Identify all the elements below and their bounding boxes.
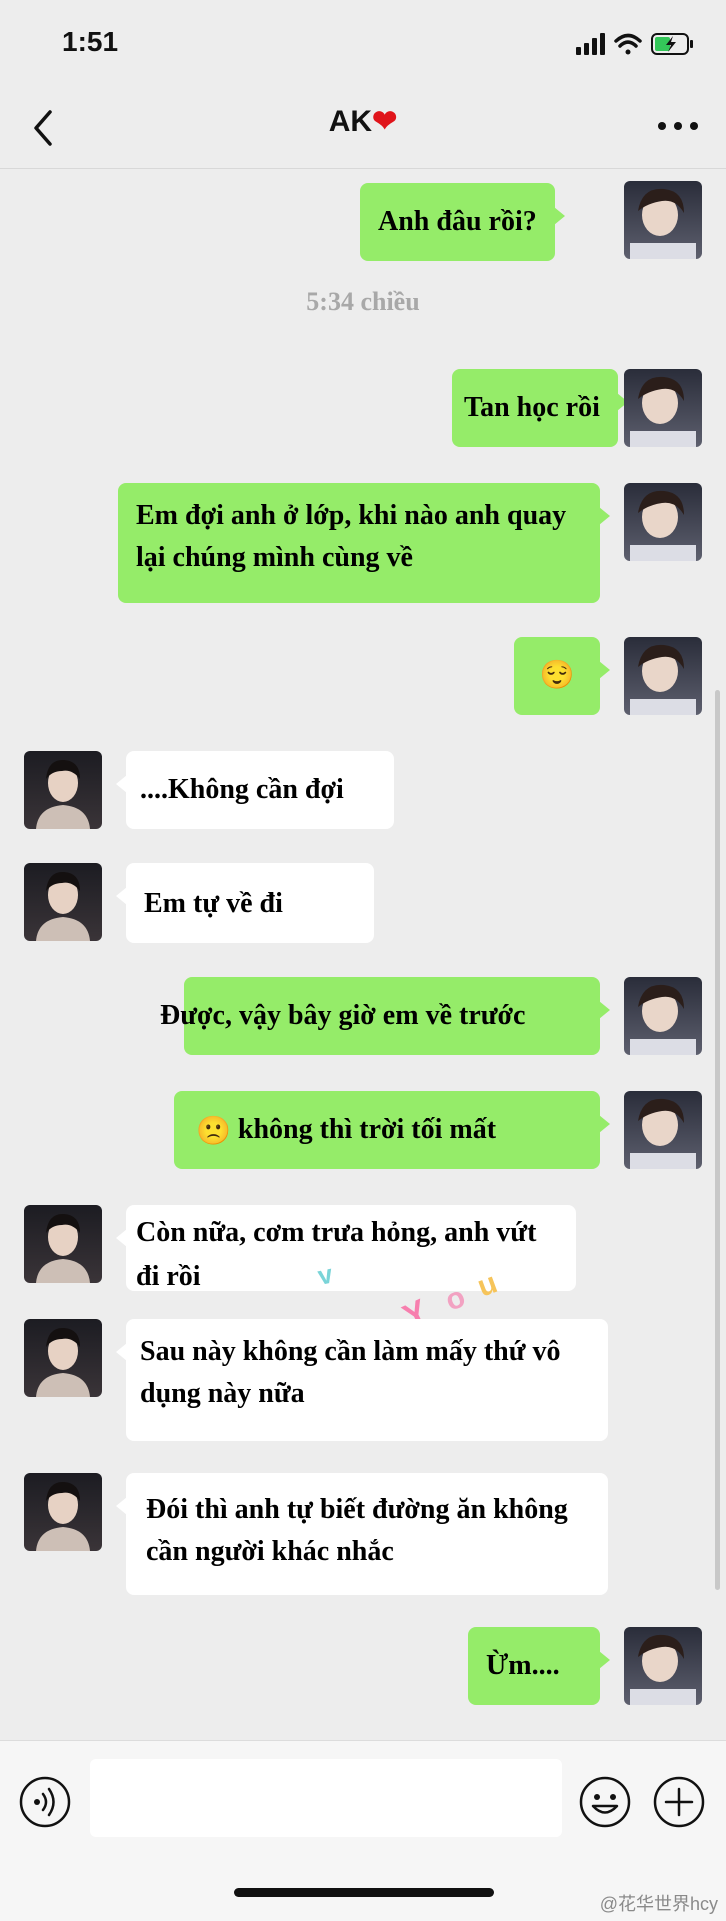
message-bubble-received[interactable]: Đói thì anh tự biết đường ăn không cần n…: [116, 1473, 608, 1595]
message-bubble-received[interactable]: Em tự về đi: [116, 863, 374, 943]
message-text: Sau này không cần làm mấy thứ vô dụng nà…: [140, 1336, 561, 1409]
voice-input-icon[interactable]: [18, 1775, 72, 1829]
message-list[interactable]: Anh đâu rồi? 5:34 chiều Tan học rồi Em đ…: [0, 169, 726, 1739]
status-icons: [576, 33, 693, 55]
message-input[interactable]: [90, 1759, 562, 1837]
status-time: 1:51: [62, 26, 119, 57]
message-text: Tan học rồi: [464, 392, 600, 423]
heart-icon: ❤: [372, 105, 398, 138]
contact-avatar[interactable]: [24, 1205, 102, 1283]
my-avatar[interactable]: [624, 1091, 702, 1169]
contact-avatar[interactable]: [24, 1319, 102, 1397]
slightly-frowning-face-emoji: 🙁: [196, 1115, 231, 1147]
message-timestamp: 5:34 chiều: [306, 287, 420, 316]
message-text: Em đợi anh ở lớp, khi nào anh quay lại c…: [136, 500, 567, 573]
emoji-picker-icon[interactable]: [578, 1775, 632, 1829]
chat-header: AK❤: [0, 90, 726, 169]
message-text: ....Không cần đợi: [140, 774, 344, 805]
home-indicator[interactable]: [234, 1888, 494, 1897]
contact-name: AK: [328, 105, 373, 138]
watermark: @花华世界hcy: [599, 1894, 718, 1914]
add-attachment-icon[interactable]: [652, 1775, 706, 1829]
svg-text:o: o: [441, 1280, 470, 1317]
battery-icon: [651, 33, 693, 55]
my-avatar[interactable]: [624, 637, 702, 715]
contact-avatar[interactable]: [24, 751, 102, 829]
more-options-icon[interactable]: [654, 116, 702, 136]
relieved-face-emoji: 😌: [539, 659, 575, 691]
message-bubble-sent[interactable]: Được, vậy bây giờ em về trước: [160, 977, 610, 1055]
contact-avatar[interactable]: [24, 1473, 102, 1551]
svg-text:v: v: [315, 1259, 336, 1291]
my-avatar[interactable]: [624, 483, 702, 561]
my-avatar[interactable]: [624, 369, 702, 447]
chat-title: AK❤: [0, 104, 726, 139]
message-bubble-received[interactable]: Sau này không cần làm mấy thứ vô dụng nà…: [116, 1319, 608, 1441]
message-bubble-sent[interactable]: Anh đâu rồi?: [360, 183, 565, 261]
status-bar: 1:51: [0, 0, 726, 90]
my-avatar[interactable]: [624, 1627, 702, 1705]
svg-text:u: u: [473, 1266, 502, 1303]
message-text: Được, vậy bây giờ em về trước: [160, 1000, 526, 1031]
message-text: Đói thì anh tự biết đường ăn không cần n…: [146, 1494, 568, 1567]
message-bubble-sent[interactable]: Ừm....: [468, 1627, 610, 1705]
message-bubble-sent[interactable]: Em đợi anh ở lớp, khi nào anh quay lại c…: [118, 483, 610, 603]
message-text: Ừm....: [486, 1650, 560, 1681]
message-bubble-sent[interactable]: 🙁 không thì trời tối mất: [174, 1091, 610, 1169]
message-text: Anh đâu rồi?: [378, 206, 537, 237]
scrollbar[interactable]: [715, 690, 720, 1590]
signal-icon: [576, 33, 605, 55]
message-text: không thì trời tối mất: [237, 1114, 497, 1145]
message-text: Em tự về đi: [144, 888, 283, 919]
contact-avatar[interactable]: [24, 863, 102, 941]
my-avatar[interactable]: [624, 181, 702, 259]
message-bubble-received[interactable]: ....Không cần đợi: [116, 751, 394, 829]
my-avatar[interactable]: [624, 977, 702, 1055]
message-bubble-sent[interactable]: Tan học rồi: [452, 369, 628, 447]
wifi-icon: [614, 33, 642, 55]
message-bubble-sent[interactable]: 😌: [514, 637, 610, 715]
